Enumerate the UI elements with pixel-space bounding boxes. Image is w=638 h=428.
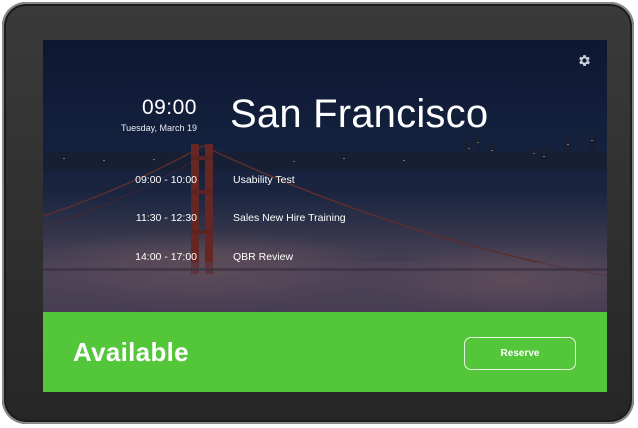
meeting-time: 09:00 - 10:00: [135, 174, 197, 186]
availability-status-label: Available: [73, 337, 189, 367]
tablet-device-frame: 09:00 Tuesday, March 19 San Francisco 09…: [2, 2, 634, 424]
reserve-button[interactable]: Reserve: [464, 337, 576, 370]
meeting-title: Usability Test: [233, 174, 295, 186]
current-time: 09:00: [141, 96, 197, 119]
gear-icon[interactable]: [577, 53, 592, 68]
hero-background: 09:00 Tuesday, March 19 San Francisco 09…: [43, 40, 607, 312]
room-display-screen: 09:00 Tuesday, March 19 San Francisco 09…: [43, 40, 607, 392]
current-date: Tuesday, March 19: [120, 123, 197, 133]
availability-status-bar: Available Reserve: [43, 312, 607, 392]
room-name: San Francisco: [230, 92, 489, 136]
meeting-title: Sales New Hire Training: [233, 212, 346, 224]
meeting-time: 14:00 - 17:00: [135, 251, 197, 263]
meeting-time: 11:30 - 12:30: [135, 212, 197, 224]
meeting-row[interactable]: 11:30 - 12:30 Sales New Hire Training: [43, 212, 607, 228]
meeting-row[interactable]: 09:00 - 10:00 Usability Test: [43, 174, 607, 190]
meeting-title: QBR Review: [233, 251, 294, 263]
meeting-row[interactable]: 14:00 - 17:00 QBR Review: [43, 251, 607, 267]
